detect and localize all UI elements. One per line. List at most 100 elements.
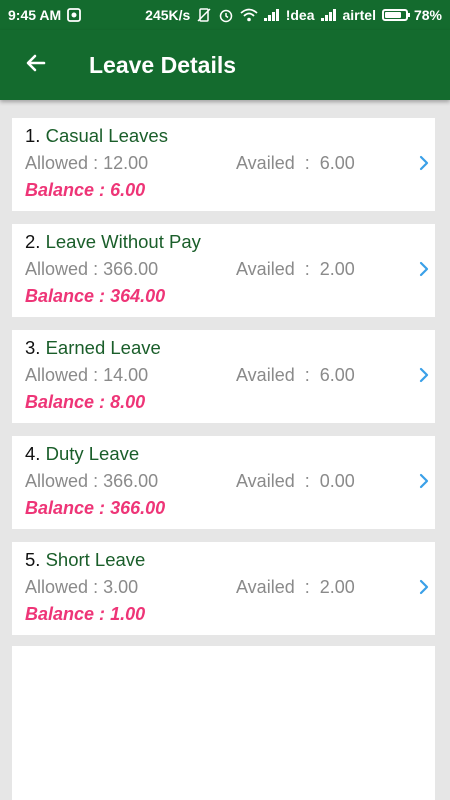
availed-separator: : bbox=[304, 153, 310, 173]
allowed-separator: : bbox=[93, 577, 99, 597]
availed-value: 2.00 bbox=[319, 259, 355, 279]
balance-value: 364.00 bbox=[110, 286, 166, 306]
leave-card-2[interactable]: 2. Leave Without Pay Allowed : 366.00 Av… bbox=[12, 224, 435, 317]
allowed-separator: : bbox=[93, 365, 99, 385]
allowed-field: Allowed : 366.00 bbox=[25, 467, 236, 495]
allowed-separator: : bbox=[93, 259, 99, 279]
chevron-right-icon[interactable] bbox=[419, 473, 429, 494]
allowed-field: Allowed : 12.00 bbox=[25, 149, 236, 177]
back-button[interactable] bbox=[11, 40, 61, 90]
availed-label: Availed bbox=[236, 471, 295, 491]
leave-counts-row: Allowed : 12.00 Availed : 6.00 bbox=[25, 149, 435, 177]
chevron-right-icon[interactable] bbox=[419, 261, 429, 282]
app-bar: Leave Details bbox=[0, 30, 450, 100]
availed-value: 6.00 bbox=[319, 153, 355, 173]
leave-counts-row: Allowed : 366.00 Availed : 2.00 bbox=[25, 255, 435, 283]
notification-icon bbox=[67, 8, 82, 22]
leave-index: 3. bbox=[25, 337, 41, 358]
status-carrier-1: !dea bbox=[285, 7, 315, 23]
balance-field: Balance : 6.00 bbox=[25, 177, 435, 203]
leave-name: Earned Leave bbox=[45, 337, 161, 358]
leave-card-4[interactable]: 4. Duty Leave Allowed : 366.00 Availed :… bbox=[12, 436, 435, 529]
allowed-label: Allowed bbox=[25, 259, 89, 279]
allowed-separator: : bbox=[93, 153, 99, 173]
chevron-right-icon[interactable] bbox=[419, 367, 429, 388]
leave-title: 3. Earned Leave bbox=[25, 335, 435, 361]
balance-field: Balance : 1.00 bbox=[25, 601, 435, 627]
leave-index: 1. bbox=[25, 125, 41, 146]
balance-field: Balance : 364.00 bbox=[25, 283, 435, 309]
availed-separator: : bbox=[304, 365, 310, 385]
availed-separator: : bbox=[304, 259, 310, 279]
balance-value: 8.00 bbox=[110, 392, 146, 412]
leave-title: 2. Leave Without Pay bbox=[25, 229, 435, 255]
balance-label: Balance : bbox=[25, 498, 106, 518]
vibrate-off-icon bbox=[196, 7, 212, 23]
availed-value: 0.00 bbox=[319, 471, 355, 491]
leave-title: 5. Short Leave bbox=[25, 547, 435, 573]
leave-list: 1. Casual Leaves Allowed : 12.00 Availed… bbox=[12, 118, 435, 648]
allowed-separator: : bbox=[93, 471, 99, 491]
leave-index: 5. bbox=[25, 549, 41, 570]
status-carrier-2: airtel bbox=[342, 7, 376, 23]
leave-counts-row: Allowed : 14.00 Availed : 6.00 bbox=[25, 361, 435, 389]
balance-value: 366.00 bbox=[110, 498, 166, 518]
allowed-label: Allowed bbox=[25, 471, 89, 491]
balance-label: Balance : bbox=[25, 180, 106, 200]
allowed-value: 12.00 bbox=[103, 153, 149, 173]
leave-title: 4. Duty Leave bbox=[25, 441, 435, 467]
balance-value: 1.00 bbox=[110, 604, 146, 624]
allowed-field: Allowed : 14.00 bbox=[25, 361, 236, 389]
balance-field: Balance : 8.00 bbox=[25, 389, 435, 415]
chevron-right-icon[interactable] bbox=[419, 579, 429, 600]
availed-field: Availed : 6.00 bbox=[236, 149, 355, 177]
allowed-value: 3.00 bbox=[103, 577, 139, 597]
leave-counts-row: Allowed : 3.00 Availed : 2.00 bbox=[25, 573, 435, 601]
availed-label: Availed bbox=[236, 577, 295, 597]
balance-field: Balance : 366.00 bbox=[25, 495, 435, 521]
chevron-right-icon[interactable] bbox=[419, 155, 429, 176]
leave-index: 2. bbox=[25, 231, 41, 252]
balance-label: Balance : bbox=[25, 604, 106, 624]
availed-value: 6.00 bbox=[319, 365, 355, 385]
alarm-icon bbox=[218, 7, 234, 23]
leave-index: 4. bbox=[25, 443, 41, 464]
leave-name: Casual Leaves bbox=[45, 125, 168, 146]
allowed-label: Allowed bbox=[25, 153, 89, 173]
battery-icon bbox=[381, 9, 410, 21]
wifi-icon bbox=[240, 8, 258, 22]
allowed-value: 366.00 bbox=[103, 471, 159, 491]
balance-label: Balance : bbox=[25, 286, 106, 306]
allowed-field: Allowed : 3.00 bbox=[25, 573, 236, 601]
allowed-label: Allowed bbox=[25, 365, 89, 385]
allowed-label: Allowed bbox=[25, 577, 89, 597]
leave-card-1[interactable]: 1. Casual Leaves Allowed : 12.00 Availed… bbox=[12, 118, 435, 211]
availed-field: Availed : 2.00 bbox=[236, 255, 355, 283]
availed-field: Availed : 2.00 bbox=[236, 573, 355, 601]
leave-name: Leave Without Pay bbox=[45, 231, 201, 252]
page-title: Leave Details bbox=[89, 51, 237, 78]
availed-label: Availed bbox=[236, 365, 295, 385]
arrow-left-icon bbox=[24, 51, 48, 80]
allowed-value: 366.00 bbox=[103, 259, 159, 279]
availed-label: Availed bbox=[236, 259, 295, 279]
leave-title: 1. Casual Leaves bbox=[25, 123, 435, 149]
availed-label: Availed bbox=[236, 153, 295, 173]
signal-icon bbox=[263, 9, 280, 21]
balance-value: 6.00 bbox=[110, 180, 146, 200]
empty-area bbox=[12, 646, 435, 800]
allowed-value: 14.00 bbox=[103, 365, 149, 385]
balance-label: Balance : bbox=[25, 392, 106, 412]
availed-field: Availed : 0.00 bbox=[236, 467, 355, 495]
status-network-speed: 245K/s bbox=[145, 7, 191, 23]
leave-counts-row: Allowed : 366.00 Availed : 0.00 bbox=[25, 467, 435, 495]
leave-card-5[interactable]: 5. Short Leave Allowed : 3.00 Availed : … bbox=[12, 542, 435, 635]
signal-icon bbox=[320, 9, 337, 21]
allowed-field: Allowed : 366.00 bbox=[25, 255, 236, 283]
leave-card-3[interactable]: 3. Earned Leave Allowed : 14.00 Availed … bbox=[12, 330, 435, 423]
availed-value: 2.00 bbox=[319, 577, 355, 597]
leave-name: Short Leave bbox=[45, 549, 146, 570]
availed-separator: : bbox=[304, 471, 310, 491]
availed-separator: : bbox=[304, 577, 310, 597]
battery-percent: 78% bbox=[413, 7, 442, 23]
